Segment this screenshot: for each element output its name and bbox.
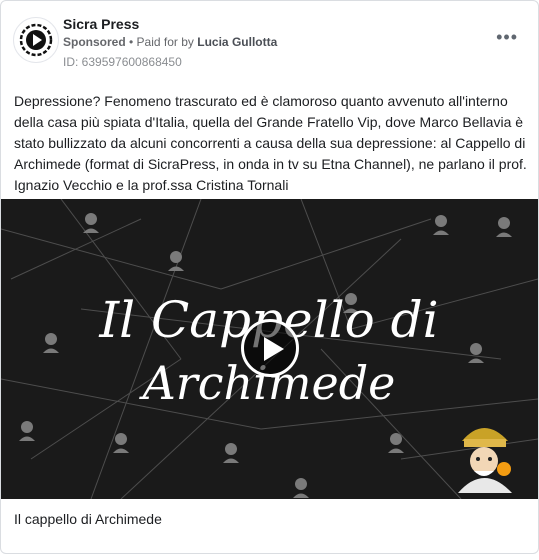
ad-card: Sicra Press Sponsored • Paid for by Luci… <box>0 0 539 554</box>
page-name[interactable]: Sicra Press <box>63 16 139 32</box>
post-text: Depressione? Fenomeno trascurato ed è cl… <box>14 93 527 193</box>
ad-header: Sicra Press Sponsored • Paid for by Luci… <box>13 13 528 71</box>
sponsored-label: Sponsored <box>63 35 126 49</box>
sicra-press-logo-icon[interactable] <box>13 17 59 63</box>
paid-for-prefix: • Paid for by <box>129 35 194 49</box>
play-icon <box>264 337 284 361</box>
play-button[interactable] <box>241 319 299 377</box>
video-caption[interactable]: Il cappello di Archimede <box>14 511 162 527</box>
archimedes-mascot-icon <box>458 428 512 493</box>
sponsored-line: Sponsored • Paid for by Lucia Gullotta <box>63 35 277 49</box>
video-thumbnail[interactable]: Il Cappello di Archimede <box>1 199 538 499</box>
more-options-icon[interactable]: ••• <box>496 27 518 48</box>
payer-name: Lucia Gullotta <box>197 35 278 49</box>
ad-id: ID: 639597600868450 <box>63 55 182 69</box>
